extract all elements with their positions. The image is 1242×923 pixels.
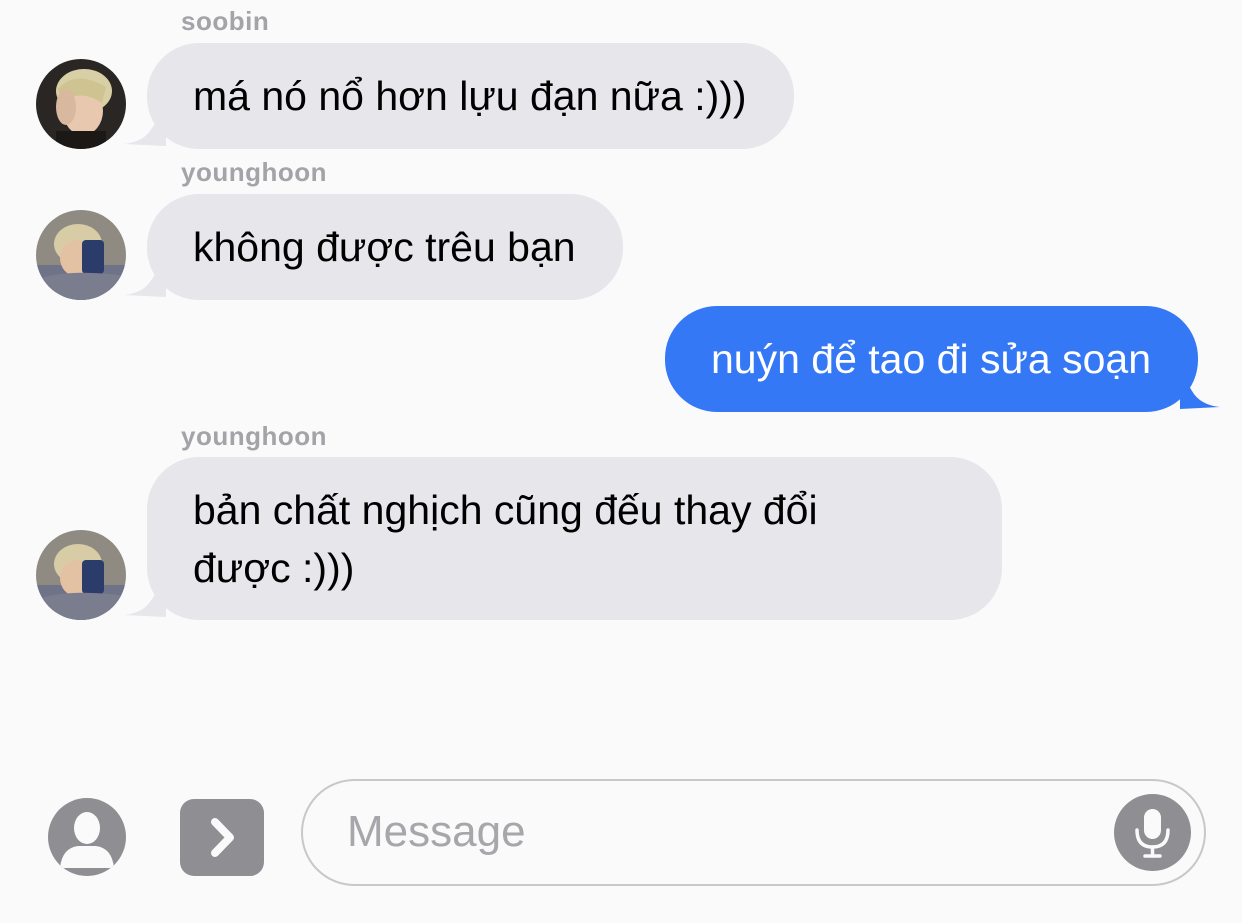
avatar[interactable] [36, 59, 126, 149]
message-bubble-incoming[interactable]: má nó nổ hơn lựu đạn nữa :))) [147, 43, 794, 149]
person-silhouette-icon [60, 812, 114, 868]
microphone-button[interactable] [1114, 794, 1191, 871]
microphone-icon [1135, 809, 1170, 858]
apps-button[interactable] [180, 799, 264, 876]
avatar[interactable] [36, 210, 126, 300]
message-bubble-outgoing[interactable]: nuýn để tao đi sửa soạn [664, 306, 1198, 412]
message-placeholder: Message [347, 807, 526, 856]
sender-name: soobin [181, 6, 270, 36]
sender-name: younghoon [181, 421, 328, 451]
message-bubble-incoming[interactable]: không được trêu bạn [147, 194, 623, 300]
chevron-right-icon [211, 818, 234, 857]
messages-screen: soobin má nó nổ hơn lựu đạn nữa :))) you… [0, 0, 1242, 923]
sender-name: younghoon [181, 157, 328, 187]
avatar[interactable] [36, 530, 126, 620]
message-bubble-incoming[interactable]: bản chất nghịch cũng đếu thay đổi được :… [147, 457, 1002, 620]
contact-button[interactable] [48, 798, 126, 876]
message-input[interactable]: Message [301, 779, 1206, 886]
